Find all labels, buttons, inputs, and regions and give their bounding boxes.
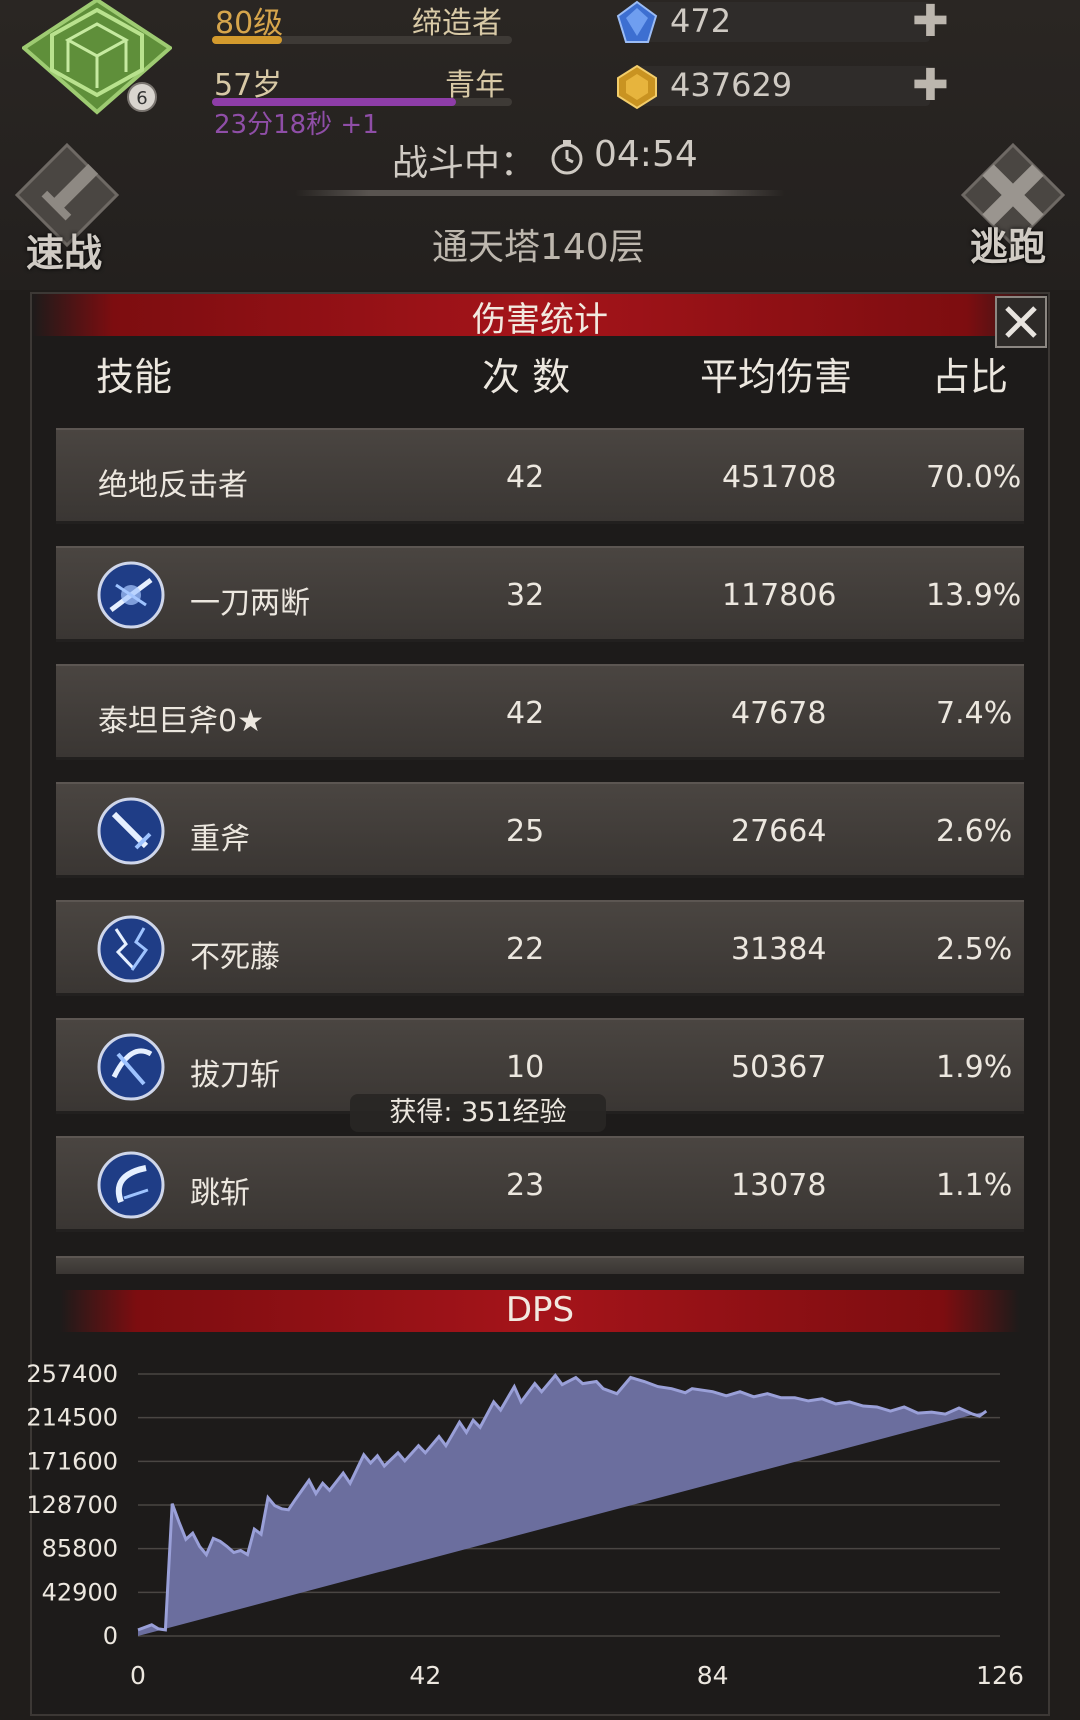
y-tick-label: 171600	[26, 1447, 118, 1475]
col-count: 次 数	[482, 355, 571, 399]
x-tick-label: 42	[409, 1661, 441, 1690]
age-timer: 23分18秒 +1	[214, 110, 379, 140]
table-row: 重斧 25 27664 2.6%	[56, 782, 1024, 878]
table-row: 跳斩 23 13078 1.1%	[56, 1136, 1024, 1232]
skill-ratio: 7.4%	[936, 696, 1013, 731]
skill-ratio: 13.9%	[926, 578, 1022, 613]
col-avg-damage: 平均伤害	[700, 355, 853, 399]
battle-timer: 04:54	[594, 134, 698, 175]
dps-title: DPS	[505, 1290, 575, 1330]
y-tick-label: 85800	[42, 1535, 118, 1563]
skill-ratio: 70.0%	[926, 460, 1022, 495]
skill-name: 绝地反击者	[98, 468, 248, 503]
lightning-vine-icon	[97, 915, 165, 983]
skill-name: 不死藤	[190, 940, 280, 975]
skill-avg-damage: 31384	[731, 932, 827, 967]
close-icon	[1005, 306, 1037, 338]
table-row-partial	[56, 1256, 1024, 1274]
y-tick-label: 0	[103, 1622, 118, 1650]
draw-slash-icon	[97, 1033, 165, 1101]
skill-count: 22	[506, 932, 545, 967]
quick-battle-label: 速战	[26, 231, 103, 275]
skill-count: 32	[506, 578, 545, 613]
skill-name: 一刀两断	[190, 586, 310, 621]
skill-ratio: 1.9%	[936, 1050, 1013, 1085]
skill-avg-damage: 13078	[731, 1168, 827, 1203]
skill-avg-damage: 451708	[722, 460, 837, 495]
skill-avg-damage: 117806	[722, 578, 837, 613]
header-divider	[295, 190, 785, 196]
skill-name: 泰坦巨斧0★	[98, 704, 264, 739]
sword-icon	[97, 797, 165, 865]
x-tick-label: 84	[697, 1661, 729, 1690]
table-row: 不死藤 22 31384 2.5%	[56, 900, 1024, 996]
gold-gem-icon	[617, 64, 657, 110]
gem-count: 472	[670, 2, 732, 40]
skill-count: 10	[506, 1050, 545, 1085]
tower-floor: 通天塔140层	[432, 227, 645, 268]
slash-burst-icon	[97, 561, 165, 629]
col-ratio: 占比	[932, 355, 1009, 399]
skill-ratio: 1.1%	[936, 1168, 1013, 1203]
clock-icon	[551, 140, 583, 175]
blue-gem-icon	[616, 0, 658, 43]
col-skill: 技能	[96, 355, 173, 399]
quick-battle-button[interactable]: 速战	[12, 140, 122, 275]
skill-count: 23	[506, 1168, 545, 1203]
skill-avg-damage: 27664	[731, 814, 827, 849]
dps-chart: 257400 214500 171600 128700 85800 42900 00 42 84…	[26, 1360, 1024, 1690]
skill-name: 重斧	[190, 822, 250, 857]
y-tick-label: 128700	[26, 1491, 118, 1519]
skill-count: 42	[506, 460, 545, 495]
y-tick-label: 257400	[26, 1360, 118, 1388]
y-tick-label: 214500	[26, 1404, 118, 1432]
player-emblem-icon[interactable]: 6	[22, 0, 172, 118]
exp-bar-fill	[212, 36, 282, 44]
gold-count: 437629	[670, 66, 793, 104]
exp-gain-toast: 获得: 351经验	[350, 1094, 606, 1132]
add-gems-button[interactable]: ✚	[912, 0, 949, 44]
skill-avg-damage: 47678	[731, 696, 827, 731]
x-tick-label: 126	[976, 1661, 1024, 1690]
skill-avg-damage: 50367	[731, 1050, 827, 1085]
skill-ratio: 2.5%	[936, 932, 1013, 967]
table-row: 绝地反击者 42 451708 70.0%	[56, 428, 1024, 524]
skill-name: 跳斩	[190, 1176, 250, 1211]
leap-slash-icon	[97, 1151, 165, 1219]
damage-stats-title: 伤害统计	[472, 300, 608, 340]
close-button[interactable]	[995, 296, 1047, 348]
skill-count: 42	[506, 696, 545, 731]
battle-status-label: 战斗中：	[392, 143, 537, 184]
skill-count: 25	[506, 814, 545, 849]
emblem-badge: 6	[136, 88, 147, 109]
y-tick-label: 42900	[42, 1578, 118, 1606]
skill-name: 拔刀斩	[190, 1058, 280, 1093]
table-row: 泰坦巨斧0★ 42 47678 7.4%	[56, 664, 1024, 760]
x-tick-label: 0	[130, 1661, 146, 1690]
escape-label: 逃跑	[970, 225, 1047, 269]
escape-button[interactable]: 逃跑	[956, 140, 1068, 270]
skill-ratio: 2.6%	[936, 814, 1013, 849]
add-gold-button[interactable]: ✚	[912, 64, 949, 108]
table-row: 一刀两断 32 117806 13.9%	[56, 546, 1024, 642]
